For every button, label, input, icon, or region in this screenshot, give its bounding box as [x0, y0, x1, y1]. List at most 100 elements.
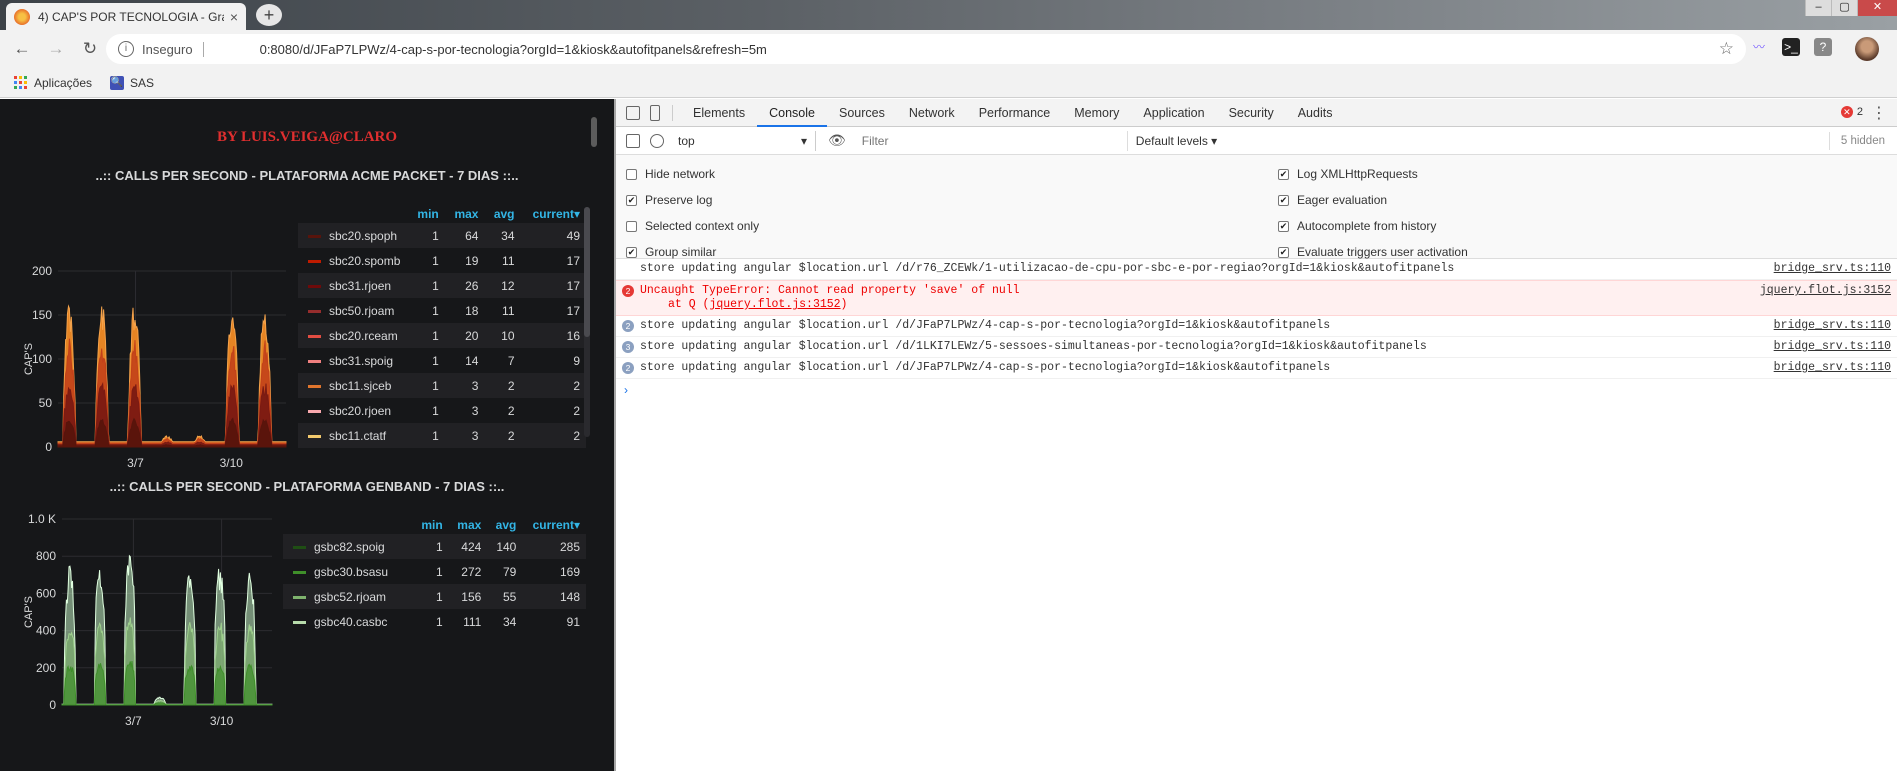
checkbox-checked[interactable]: ✔ [1278, 246, 1289, 258]
legend-row[interactable]: sbc11.ctatf 1 3 2 2 [298, 423, 586, 448]
bookmark-star-icon[interactable]: ☆ [1719, 39, 1734, 59]
legend-series[interactable]: sbc50.rjoam [298, 298, 408, 323]
setting-evaluate-triggers-user-activation[interactable]: ✔ Evaluate triggers user activation [1278, 245, 1468, 259]
legend-series[interactable]: gsbc82.spoig [283, 534, 413, 559]
legend-header-min[interactable]: min [413, 516, 449, 534]
device-toolbar-icon[interactable] [650, 104, 660, 121]
legend-row[interactable]: gsbc52.rjoam 1 156 55 148 [283, 584, 586, 609]
clear-console-icon[interactable] [650, 133, 664, 148]
legend-series[interactable]: sbc20.rjoen [298, 398, 408, 423]
profile-avatar[interactable] [1855, 37, 1879, 61]
series-color-swatch[interactable] [293, 570, 306, 574]
legend-series[interactable]: sbc20.rceam [298, 323, 408, 348]
checkbox-checked[interactable]: ✔ [1278, 220, 1289, 232]
legend-series[interactable]: gsbc40.casbc [283, 609, 413, 634]
series-color-swatch[interactable] [308, 409, 321, 413]
info-icon[interactable]: i [118, 41, 134, 57]
source-link[interactable]: jquery.flot.js:3152 [1760, 284, 1891, 298]
tab-performance[interactable]: Performance [967, 99, 1063, 127]
legend-row[interactable]: gsbc40.casbc 1 111 34 91 [283, 609, 586, 634]
checkbox-checked[interactable]: ✔ [626, 246, 637, 258]
setting-group-similar[interactable]: ✔ Group similar [626, 245, 716, 259]
legend-series[interactable]: sbc31.rjoen [298, 273, 408, 298]
genband-cps-chart[interactable]: 1.0 K 800 600 400 200 0 3/7 3/10 CAP'S [20, 509, 275, 769]
legend-row[interactable]: sbc20.rjoen 1 3 2 2 [298, 398, 586, 423]
legend-row[interactable]: sbc20.spomb 1 19 11 17 [298, 248, 586, 273]
legend-series[interactable]: sbc31.spoig [298, 348, 408, 373]
inspect-element-icon[interactable] [626, 105, 640, 120]
legend-header-avg[interactable]: avg [484, 205, 520, 223]
legend-header-min[interactable]: min [408, 205, 445, 223]
bookmark-sas[interactable]: 🔍 SAS [110, 75, 154, 90]
series-color-swatch[interactable] [308, 359, 321, 363]
legend-series[interactable]: sbc11.ctatf [298, 423, 408, 448]
acme-cps-chart[interactable]: 200 150 100 50 0 3/7 3/10 CAP'S [20, 199, 290, 479]
sidebar-toggle-icon[interactable] [626, 133, 640, 148]
browser-tab[interactable]: 4) CAP'S POR TECNOLOGIA - Gra × [6, 3, 246, 30]
legend-series[interactable]: gsbc30.bsasu [283, 559, 413, 584]
back-arrow-icon[interactable]: ← [10, 37, 34, 61]
tab-memory[interactable]: Memory [1062, 99, 1131, 127]
devtools-menu-icon[interactable]: ⋮ [1871, 103, 1887, 123]
legend-header-current[interactable]: current▾ [521, 205, 587, 223]
legend-row[interactable]: sbc50.rjoam 1 18 11 17 [298, 298, 586, 323]
terminal-extension-icon[interactable]: >_ [1782, 38, 1800, 56]
series-color-swatch[interactable] [308, 234, 321, 238]
source-link[interactable]: bridge_srv.ts:110 [1774, 319, 1891, 333]
series-color-swatch[interactable] [308, 259, 321, 263]
legend-row[interactable]: sbc11.sjceb 1 3 2 2 [298, 373, 586, 398]
close-window-button[interactable]: ✕ [1857, 0, 1897, 16]
series-color-swatch[interactable] [293, 620, 306, 624]
source-link[interactable]: bridge_srv.ts:110 [1774, 262, 1891, 276]
stack-link[interactable]: jquery.flot.js:3152 [709, 298, 840, 311]
legend-scrollbar[interactable] [584, 207, 590, 437]
legend-row[interactable]: gsbc82.spoig 1 424 140 285 [283, 534, 586, 559]
minimize-button[interactable]: – [1805, 0, 1831, 16]
error-counter[interactable]: ✕ 2 [1840, 106, 1863, 118]
log-levels-dropdown[interactable]: Default levels ▾ [1136, 134, 1217, 148]
reload-icon[interactable]: ↻ [78, 37, 102, 61]
checkbox-checked[interactable]: ✔ [626, 194, 637, 206]
setting-eager-evaluation[interactable]: ✔ Eager evaluation [1278, 193, 1387, 207]
tab-close-icon[interactable]: × [230, 9, 238, 25]
legend-series[interactable]: sbc20.spomb [298, 248, 408, 273]
checkbox-checked[interactable]: ✔ [1278, 194, 1289, 206]
tab-elements[interactable]: Elements [681, 99, 757, 127]
legend-header-max[interactable]: max [445, 205, 485, 223]
new-tab-button[interactable]: + [256, 4, 282, 26]
console-prompt[interactable]: › [616, 379, 1897, 401]
legend-row[interactable]: sbc31.rjoen 1 26 12 17 [298, 273, 586, 298]
context-select[interactable]: top ▾ [676, 130, 816, 151]
tab-console[interactable]: Console [757, 99, 827, 127]
source-link[interactable]: bridge_srv.ts:110 [1774, 361, 1891, 375]
forward-arrow-icon[interactable]: → [44, 37, 68, 61]
setting-preserve-log[interactable]: ✔ Preserve log [626, 193, 712, 207]
legend-series[interactable]: sbc11.sjceb [298, 373, 408, 398]
setting-selected-context-only[interactable]: Selected context only [626, 219, 759, 233]
filter-input[interactable] [857, 130, 1128, 151]
series-color-swatch[interactable] [308, 434, 321, 438]
legend-series[interactable]: gsbc52.rjoam [283, 584, 413, 609]
source-link[interactable]: bridge_srv.ts:110 [1774, 340, 1891, 354]
tab-audits[interactable]: Audits [1286, 99, 1345, 127]
shield-extension-icon[interactable]: ? [1814, 38, 1832, 56]
series-color-swatch[interactable] [308, 384, 321, 388]
setting-autocomplete-from-history[interactable]: ✔ Autocomplete from history [1278, 219, 1436, 233]
tab-sources[interactable]: Sources [827, 99, 897, 127]
address-bar[interactable]: i Inseguro 0:8080/d/JFaP7LPWz/4-cap-s-po… [106, 34, 1746, 64]
legend-row[interactable]: sbc20.spoph 1 64 34 49 [298, 223, 586, 248]
legend-header-avg[interactable]: avg [487, 516, 522, 534]
tab-application[interactable]: Application [1131, 99, 1216, 127]
legend-row[interactable]: sbc20.rceam 1 20 10 16 [298, 323, 586, 348]
series-color-swatch[interactable] [308, 309, 321, 313]
checkbox-unchecked[interactable] [626, 168, 637, 180]
setting-log-xmlhttprequests[interactable]: ✔ Log XMLHttpRequests [1278, 167, 1418, 181]
tab-security[interactable]: Security [1217, 99, 1286, 127]
tab-network[interactable]: Network [897, 99, 967, 127]
series-color-swatch[interactable] [308, 334, 321, 338]
series-color-swatch[interactable] [293, 545, 306, 549]
checkbox-checked[interactable]: ✔ [1278, 168, 1289, 180]
extension-wave-icon[interactable]: 〰 [1750, 38, 1768, 56]
series-color-swatch[interactable] [293, 595, 306, 599]
legend-header-max[interactable]: max [449, 516, 488, 534]
